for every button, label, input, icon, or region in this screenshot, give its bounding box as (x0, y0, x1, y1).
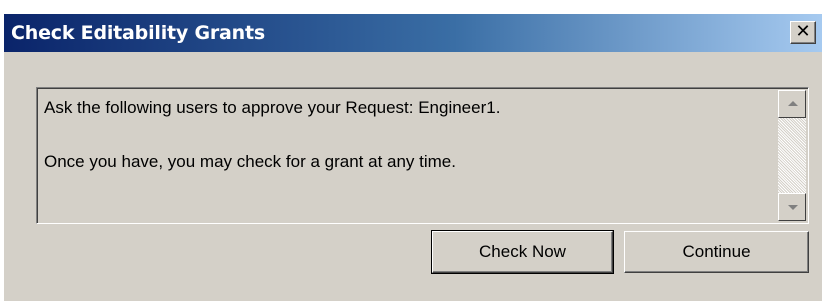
dialog-title: Check Editability Grants (11, 22, 265, 44)
message-textbox[interactable]: Ask the following users to approve your … (36, 87, 809, 224)
vertical-scrollbar[interactable] (778, 90, 806, 221)
close-icon: ✕ (795, 21, 811, 42)
title-bar[interactable]: Check Editability Grants ✕ (4, 14, 822, 52)
check-editability-grants-dialog: Check Editability Grants ✕ Ask the follo… (4, 14, 822, 301)
scroll-down-button[interactable] (778, 193, 806, 221)
scroll-up-button[interactable] (778, 90, 806, 118)
message-line-1: Ask the following users to approve your … (44, 98, 501, 117)
message-line-2: Once you have, you may check for a grant… (44, 152, 456, 171)
scroll-down-arrow-icon (788, 205, 798, 210)
close-button[interactable]: ✕ (790, 21, 816, 44)
scroll-up-arrow-icon (788, 101, 798, 106)
check-now-button[interactable]: Check Now (431, 230, 614, 274)
continue-button[interactable]: Continue (624, 231, 809, 273)
